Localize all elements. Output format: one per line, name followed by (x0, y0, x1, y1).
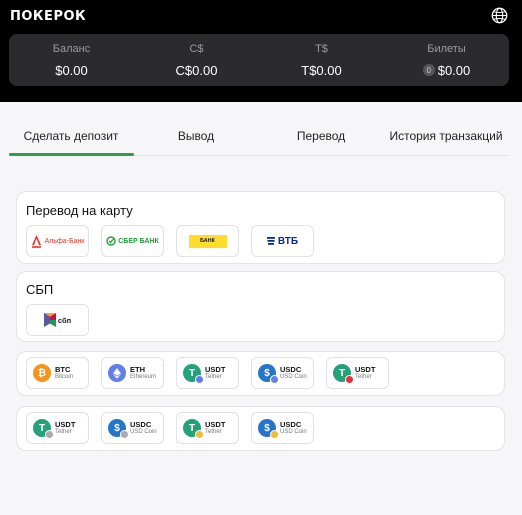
tickets-label: Билеты (427, 42, 466, 55)
ethereum-network-icon (270, 375, 279, 384)
t-bank-label: БАНК (199, 238, 216, 244)
sbp-section: СБП сбп (16, 271, 505, 342)
ethereum-icon (108, 364, 126, 382)
usdc-button[interactable]: $ USDC USD Coin (101, 412, 164, 444)
usd-coin-icon: $ (258, 364, 279, 384)
card-transfer-section: Перевод на карту Альфа-Банк СБЕР БАНК БА… (16, 191, 505, 264)
balance-value: $0.00 (55, 62, 88, 78)
tether-icon: T (333, 364, 354, 384)
crypto-name: ETH (130, 364, 145, 374)
crypto-name: USDT (205, 364, 226, 374)
network-icon (120, 430, 129, 439)
bitcoin-icon: ₿ (33, 364, 51, 382)
crypto-subtitle: Bitcoin (55, 373, 74, 380)
crypto-section-2: T USDT Tether $ USDC USD Coin T USDT Tet… (16, 406, 505, 451)
crypto-name: USDT (355, 364, 376, 374)
sbp-logo-icon (43, 313, 56, 327)
sbp-button[interactable]: сбп (26, 304, 89, 336)
crypto-subtitle: Tether (205, 373, 222, 380)
crypto-section-1: ₿ BTC Bitcoin ETH Ethereum T USDT Tether… (16, 351, 505, 396)
balance-item: Баланс $0.00 (9, 34, 134, 86)
crypto-name: USDT (205, 419, 226, 429)
usdc-button[interactable]: $ USDC USD Coin (251, 412, 314, 444)
alfa-bank-button[interactable]: Альфа-Банк (26, 225, 89, 257)
crypto-subtitle: Ethereum (130, 373, 157, 380)
tab-transfer[interactable]: Перевод (297, 129, 345, 143)
balance-panel: Баланс $0.00 C$ C$0.00 T$ T$0.00 Билеты … (9, 34, 509, 86)
tab-withdraw[interactable]: Вывод (178, 129, 214, 143)
usd-coin-icon: $ (258, 419, 279, 439)
ethereum-network-icon (195, 375, 204, 384)
tab-deposit[interactable]: Сделать депозит (24, 129, 119, 143)
active-tab-indicator (9, 153, 134, 156)
t-bank-logo: БАНК (188, 234, 227, 248)
ts-balance-item: T$ T$0.00 (259, 34, 384, 86)
bnb-network-icon (195, 430, 204, 439)
usdt-button[interactable]: T USDT Tether (26, 412, 89, 444)
cs-value: C$0.00 (175, 62, 218, 78)
tab-bar: Сделать депозит Вывод Перевод История тр… (9, 120, 509, 156)
usdt-button[interactable]: T USDT Tether (176, 357, 239, 389)
ts-value: T$0.00 (301, 62, 342, 78)
tickets-value: 0 $0.00 (422, 63, 470, 78)
crypto-name: BTC (55, 364, 71, 374)
usdt-button[interactable]: T USDT Tether (326, 357, 389, 389)
crypto-name: USDT (55, 419, 76, 429)
sber-logo-icon (106, 236, 116, 246)
crypto-name: USDC (280, 364, 302, 374)
vtb-logo-icon (266, 237, 275, 245)
globe-icon[interactable] (491, 7, 508, 24)
vtb-button[interactable]: ВТБ (251, 225, 314, 257)
crypto-subtitle: Tether (55, 428, 72, 435)
usdt-button[interactable]: T USDT Tether (176, 412, 239, 444)
crypto-subtitle: Tether (205, 428, 222, 435)
network-icon (45, 430, 54, 439)
tab-history[interactable]: История транзакций (389, 129, 502, 143)
cs-label: C$ (189, 42, 204, 55)
alfa-bank-label: Альфа-Банк (44, 237, 85, 245)
sber-bank-label: СБЕР БАНК (118, 237, 159, 245)
tether-icon: T (183, 419, 204, 439)
balance-label: Баланс (52, 42, 91, 55)
ts-label: T$ (315, 42, 328, 55)
crypto-name: USDC (130, 419, 152, 429)
usdc-button[interactable]: $ USDC USD Coin (251, 357, 314, 389)
cs-balance-item: C$ C$0.00 (134, 34, 259, 86)
crypto-subtitle: USD Coin (280, 373, 307, 380)
tether-icon: T (183, 364, 204, 384)
t-bank-button[interactable]: БАНК (176, 225, 239, 257)
top-bar: ПОКЕРОК Баланс $0.00 C$ C$0.00 T$ T$0.00… (0, 0, 522, 102)
sbp-label: сбп (57, 315, 72, 325)
tron-network-icon (345, 375, 354, 384)
btc-button[interactable]: ₿ BTC Bitcoin (26, 357, 89, 389)
crypto-subtitle: Tether (355, 373, 372, 380)
tickets-count-badge: 0 (422, 64, 435, 76)
main-content: Сделать депозит Вывод Перевод История тр… (0, 102, 522, 515)
bnb-network-icon (270, 430, 279, 439)
alfa-bank-logo-icon (31, 234, 41, 248)
crypto-name: USDC (280, 419, 302, 429)
brand-logo: ПОКЕРОК (10, 9, 87, 24)
section-title: СБП (26, 282, 54, 297)
crypto-subtitle: USD Coin (280, 428, 307, 435)
eth-button[interactable]: ETH Ethereum (101, 357, 164, 389)
section-title: Перевод на карту (26, 203, 133, 218)
vtb-label: ВТБ (277, 235, 299, 247)
tickets-balance-item: Билеты 0 $0.00 (384, 34, 509, 86)
usd-coin-icon: $ (108, 419, 129, 439)
sber-bank-button[interactable]: СБЕР БАНК (101, 225, 164, 257)
crypto-subtitle: USD Coin (130, 428, 157, 435)
tether-icon: T (33, 419, 54, 439)
